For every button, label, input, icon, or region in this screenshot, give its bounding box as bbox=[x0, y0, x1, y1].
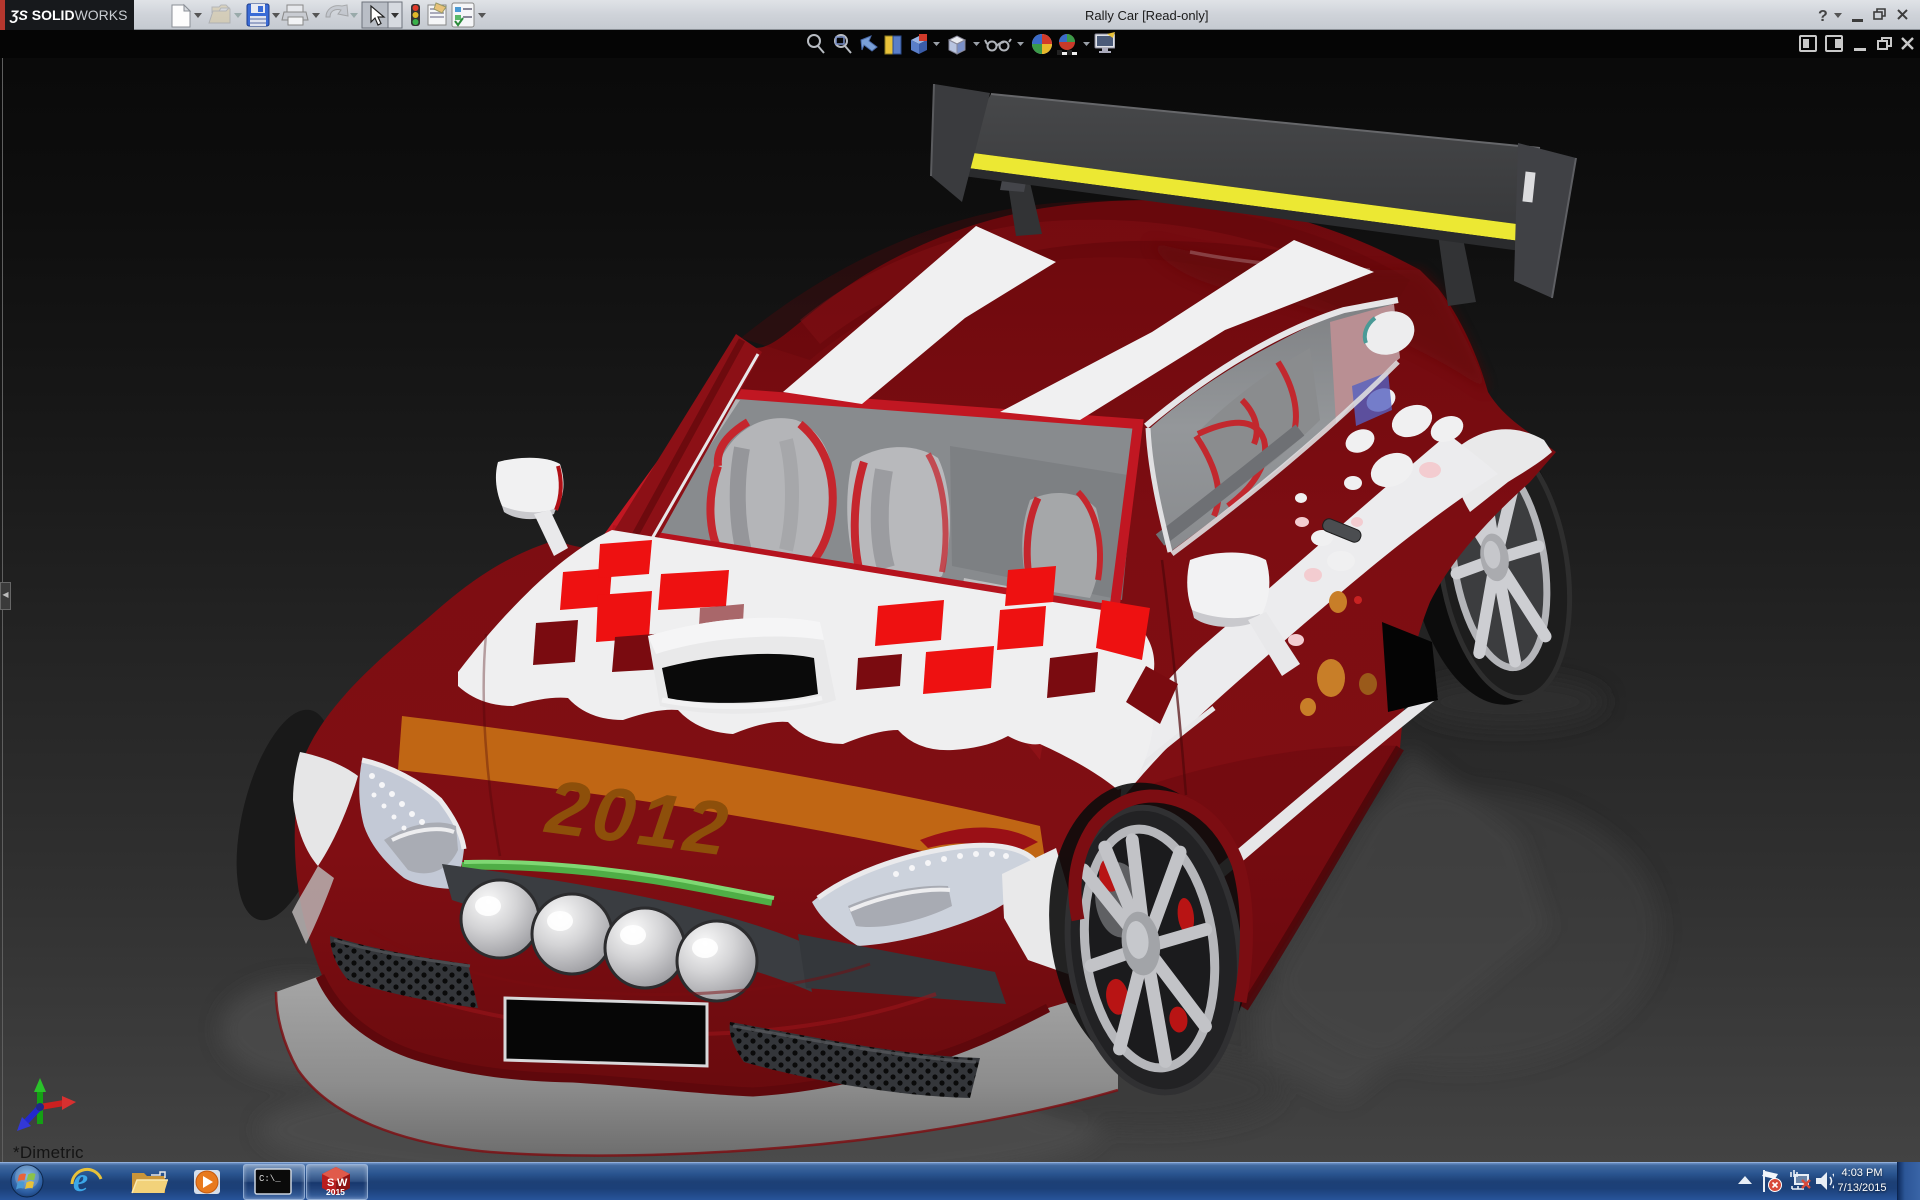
svg-text:?: ? bbox=[1818, 8, 1828, 25]
svg-text:2015: 2015 bbox=[326, 1187, 345, 1197]
svg-text:C:\_: C:\_ bbox=[259, 1174, 281, 1184]
svg-text:e: e bbox=[73, 1162, 88, 1199]
